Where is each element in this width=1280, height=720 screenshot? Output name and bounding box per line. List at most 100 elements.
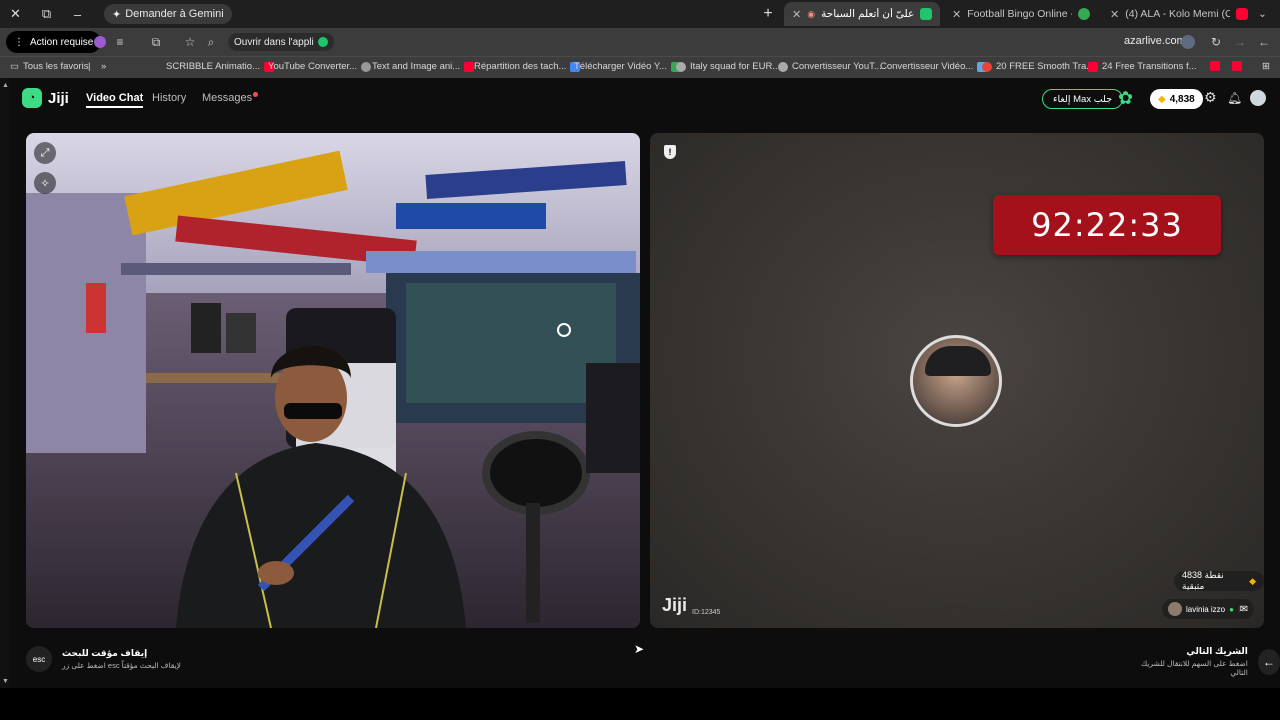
bookmark-label: Text and Image ani...: [372, 61, 461, 72]
notification-bell-icon[interactable]: 🔔︎: [1227, 91, 1242, 105]
apps-grid-icon[interactable]: ⊞: [1262, 61, 1270, 72]
forward-icon[interactable]: →: [1232, 34, 1248, 50]
media-control-icon[interactable]: ≡: [112, 34, 128, 50]
title-bar: ✕ ⧉ – ✦ Demander à Gemini + ✕ ◉ أيجب على…: [0, 0, 1280, 28]
diamond-icon: ◆: [1158, 93, 1166, 105]
close-window-icon[interactable]: ✕: [0, 0, 31, 28]
scroll-down-icon[interactable]: ▼: [2, 678, 9, 685]
self-video-scene: [26, 133, 640, 628]
nav-messages[interactable]: Messages: [202, 92, 259, 104]
notification-dot: [253, 92, 259, 97]
close-tab-icon[interactable]: ✕: [792, 8, 801, 21]
bookmark-label: 20 FREE Smooth Tra...: [996, 61, 1095, 72]
bookmark-star-icon[interactable]: ☆: [182, 34, 198, 50]
bookmark-item[interactable]: Convertisseur YouT...: [778, 61, 882, 72]
bookmark-label: Convertisseur Vidéo...: [880, 61, 974, 72]
ask-gemini-label: Demander à Gemini: [125, 8, 224, 20]
countdown-timer: 92:22:33: [993, 195, 1221, 255]
bookmark-item[interactable]: [1232, 61, 1242, 71]
cap-shape: [925, 346, 991, 376]
bookmark-item[interactable]: Text and Image ani...: [372, 61, 475, 72]
extensions-icon[interactable]: ⧉: [148, 34, 164, 50]
all-bookmarks[interactable]: ▭ Tous les favoris: [10, 61, 88, 72]
scrollbar[interactable]: [0, 78, 10, 688]
close-tab-icon[interactable]: ✕: [952, 8, 961, 21]
tab-search-button[interactable]: ⌄: [1258, 2, 1276, 26]
pause-search-title: إيقاف مؤقت للبحث: [62, 648, 148, 658]
youtube-favicon: [1210, 61, 1220, 71]
bookmark-item[interactable]: 24 Free Transitions f...: [1088, 61, 1197, 72]
tab-youtube[interactable]: ✕ (4) ALA - Kolo Memi (Official M...: [1104, 2, 1254, 26]
coins-badge[interactable]: ◆ 4,838: [1150, 89, 1203, 109]
beauty-filter-icon[interactable]: ✧: [34, 172, 56, 194]
youtube-favicon: [1088, 61, 1098, 72]
open-in-app-button[interactable]: Ouvrir dans l'appli: [228, 33, 334, 51]
youtube-favicon: [464, 61, 475, 72]
bookmark-label: Répartition des tach...: [474, 61, 567, 72]
more-vert-icon: ⋮: [14, 36, 24, 48]
next-arrow-button[interactable]: ←: [1257, 648, 1280, 675]
restore-window-icon[interactable]: ⧉: [31, 0, 62, 28]
bookmark-item[interactable]: Télécharger Vidéo Y...: [574, 61, 681, 72]
action-required-button[interactable]: ⋮ Action requise: [6, 31, 102, 53]
bookmark-item[interactable]: SCRIBBLE Animatio...: [166, 61, 274, 72]
action-required-label: Action requise: [30, 36, 94, 48]
close-tab-icon[interactable]: ✕: [1110, 8, 1119, 21]
bookmark-item[interactable]: YouTube Converter...: [268, 61, 372, 72]
site-info-icon[interactable]: [1180, 34, 1196, 50]
minimize-window-icon[interactable]: –: [62, 0, 93, 28]
tab-football-bingo[interactable]: ✕ Football Bingo Online - Play Ni...: [946, 2, 1096, 26]
tab-label: أيجب علىّ أن أتعلّم السباحة: [821, 8, 914, 20]
window-controls: ✕ ⧉ –: [0, 0, 93, 28]
folder-icon: ▭: [10, 61, 19, 72]
coins-value: 4,838: [1169, 93, 1195, 105]
self-video: ⤢ ✧: [26, 133, 640, 628]
app-logo[interactable]: ◔ Jiji: [22, 88, 69, 108]
ask-gemini-button[interactable]: ✦ Demander à Gemini: [104, 4, 232, 24]
bookmark-item[interactable]: Répartition des tach...: [474, 61, 581, 72]
reload-icon[interactable]: ↻: [1208, 34, 1224, 50]
nav-video-chat[interactable]: Video Chat: [86, 92, 144, 108]
max-label: إلغاء Max جلب: [1053, 93, 1113, 105]
expand-icon[interactable]: ⤢: [34, 142, 56, 164]
bookmark-item[interactable]: Italy squad for EUR...: [676, 61, 780, 72]
bookmark-item[interactable]: 20 FREE Smooth Tra...: [982, 61, 1094, 72]
max-upgrade-button[interactable]: إلغاء Max جلب: [1042, 89, 1124, 109]
nav-history[interactable]: History: [152, 92, 186, 104]
partner-mini-avatar: [1168, 602, 1182, 616]
record-icon: ◉: [807, 8, 816, 19]
back-icon[interactable]: ←: [1256, 34, 1272, 50]
partner-video: ! 92:22:33 4838 نقطة متبقية ◆ lavinia iz…: [650, 133, 1264, 628]
tab-favicon: [1078, 8, 1090, 20]
profile-icon[interactable]: [92, 34, 108, 50]
gemini-sparkle-icon: ✦: [112, 8, 122, 21]
pause-search-subtitle: اضغط على زر esc لإيقاف البحث مؤقتاً: [62, 661, 181, 670]
zoom-icon[interactable]: ⌕: [203, 34, 219, 50]
report-shield-icon[interactable]: !: [664, 145, 676, 159]
gift-points-chip[interactable]: 4838 نقطة متبقية ◆: [1174, 570, 1264, 591]
bookmark-item[interactable]: [1210, 61, 1220, 71]
chevron-down-icon: ⌄: [1258, 8, 1267, 20]
watermark-id: ID:12345: [692, 609, 721, 616]
bookmark-label: Convertisseur YouT...: [792, 61, 882, 72]
tab-favicon: [920, 8, 932, 20]
new-tab-button[interactable]: +: [760, 4, 776, 24]
tab-active[interactable]: ✕ ◉ أيجب علىّ أن أتعلّم السباحة: [784, 2, 940, 26]
bookmarks-bar: ▭ Tous les favoris | » SCRIBBLE Animatio…: [0, 56, 1280, 78]
next-partner-footer: الشريك التالي اضغط على السهم للانتقال لل…: [1140, 646, 1280, 677]
bookmark-item[interactable]: Convertisseur Vidéo...: [880, 61, 988, 72]
tab-label: (4) ALA - Kolo Memi (Official M...: [1125, 8, 1230, 20]
esc-button[interactable]: esc: [26, 646, 52, 672]
more-bookmarks-icon[interactable]: »: [101, 61, 106, 72]
clover-icon[interactable]: ✿: [1118, 88, 1133, 109]
next-partner-title: الشريك التالي: [1186, 646, 1248, 656]
diamond-icon: ◆: [1249, 575, 1256, 586]
settings-gear-icon[interactable]: ⚙: [1204, 89, 1217, 106]
address-bar[interactable]: azarlive.com: [1124, 35, 1186, 47]
bookmarks-divider: |: [88, 61, 91, 72]
partner-name: lavinia izzo: [1186, 604, 1226, 614]
gift-points-label: 4838 نقطة متبقية: [1182, 570, 1224, 591]
open-app-label: Ouvrir dans l'appli: [234, 36, 314, 48]
user-avatar[interactable]: [1250, 90, 1266, 106]
chat-bubble-icon[interactable]: ✉: [1234, 599, 1254, 619]
